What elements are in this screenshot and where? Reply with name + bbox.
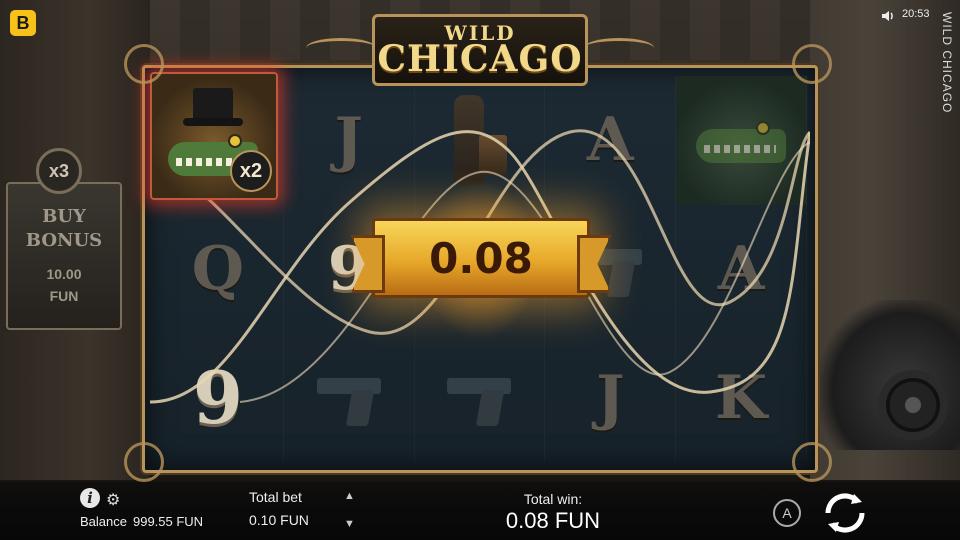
- reel-cell: 9: [153, 333, 284, 462]
- symbol-j: J: [334, 105, 363, 176]
- gator-icon: [696, 105, 787, 175]
- buy-bonus-title-1: BUY: [42, 206, 86, 227]
- logo-line-2: CHICAGO: [377, 38, 583, 80]
- buy-bonus-currency: FUN: [49, 288, 79, 304]
- reel-cell: A: [545, 76, 676, 205]
- win-banner: 0.08: [372, 218, 590, 298]
- buy-bonus-multiplier-badge: x3: [36, 148, 82, 194]
- wild-multiplier-badge: x2: [230, 150, 272, 192]
- symbol-k: K: [715, 362, 768, 433]
- symbol-a: A: [717, 233, 765, 304]
- frame-corner-ornament: [792, 442, 832, 482]
- whiskey-bottle-icon: [449, 95, 509, 186]
- vintage-car: [820, 300, 960, 450]
- brand-logo-button[interactable]: B: [10, 10, 36, 36]
- clock: 20:53: [902, 8, 930, 20]
- reel-cell: K: [676, 333, 807, 462]
- pistol-icon: [309, 368, 389, 428]
- symbol-9: 9: [192, 355, 243, 441]
- game-logo: WILD CHICAGO: [372, 14, 588, 86]
- frame-corner-ornament: [124, 442, 164, 482]
- buy-bonus-title-2: BONUS: [25, 230, 103, 251]
- game-side-title: WILD CHICAGO: [940, 12, 954, 114]
- win-banner-amount: 0.08: [429, 233, 533, 283]
- autoplay-button[interactable]: A: [773, 499, 801, 527]
- reel-cell: [676, 76, 807, 205]
- reel-cell: J: [545, 333, 676, 462]
- reel-cell: Q: [153, 205, 284, 334]
- buy-bonus-button[interactable]: BUY BONUS 10.00 FUN: [6, 182, 122, 330]
- car-wheel: [878, 370, 948, 440]
- buy-bonus-price: 10.00: [46, 266, 82, 282]
- symbol-j: J: [596, 362, 625, 433]
- total-win-value: 0.08 FUN: [505, 508, 601, 533]
- frame-corner-ornament: [792, 44, 832, 84]
- total-win-label: Total win:: [523, 491, 583, 507]
- spin-button[interactable]: [818, 486, 872, 540]
- reel-cell: J: [284, 76, 415, 205]
- symbol-a: A: [587, 105, 634, 176]
- symbol-q: Q: [191, 233, 245, 304]
- logo-ornament-left: [306, 38, 376, 58]
- reel-cell: [284, 333, 415, 462]
- frame-corner-ornament: [124, 44, 164, 84]
- pistol-icon: [439, 368, 519, 428]
- sound-icon[interactable]: [880, 8, 896, 24]
- reel-cell: A: [676, 205, 807, 334]
- wild-gator-symbol: x2: [150, 72, 278, 200]
- logo-ornament-right: [584, 38, 654, 58]
- reel-cell: [415, 333, 546, 462]
- top-hat-icon: [183, 88, 243, 126]
